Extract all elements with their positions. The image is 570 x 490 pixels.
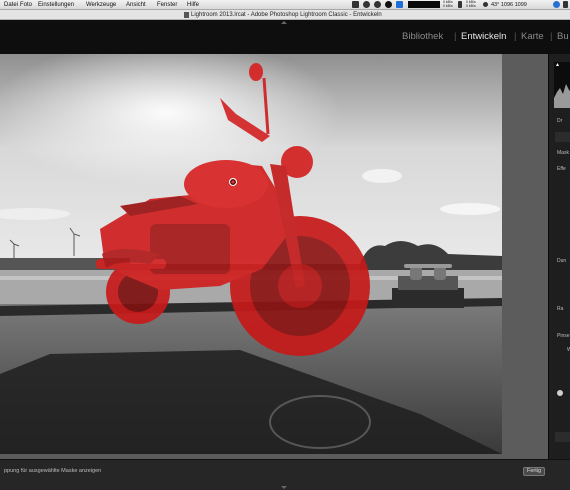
document-icon (184, 12, 189, 18)
skype-icon[interactable] (553, 1, 560, 8)
module-picker: Bibliothek | Entwickeln | Karte | Bu (0, 20, 570, 54)
done-button[interactable]: Fertig (523, 467, 545, 476)
clipboard-icon[interactable] (563, 1, 568, 8)
panel-label-rauschen: Ra (557, 306, 564, 312)
tool-strip[interactable] (555, 132, 570, 142)
user-badge[interactable] (408, 1, 440, 8)
histogram[interactable] (554, 62, 570, 108)
image-viewer[interactable] (0, 54, 548, 459)
module-separator: | (454, 31, 457, 42)
weather-readout: 43° 1096 1099 (491, 1, 527, 8)
fuel-tank (184, 160, 268, 208)
cloud (440, 203, 500, 215)
window-title: Lightroom 2013.lrcat - Adobe Photoshop L… (191, 12, 382, 18)
sync-icon[interactable] (363, 1, 370, 8)
menu-ansicht[interactable]: Ansicht (126, 2, 146, 8)
menu-bar: Datei Foto Einstellungen Werkzeuge Ansic… (0, 0, 570, 10)
menu-werkzeuge[interactable]: Werkzeuge (86, 2, 116, 8)
battery-icon[interactable] (458, 1, 462, 8)
network-stat-2: 0 kB/s 0 kB/s (466, 0, 476, 8)
screen-record-icon[interactable] (352, 1, 359, 8)
module-separator: | (550, 31, 553, 42)
panel-label-mask: Mask (557, 150, 569, 156)
top-panel-toggle-icon[interactable] (281, 21, 287, 24)
vpn-icon[interactable] (374, 1, 381, 8)
menu-datei[interactable]: Datei (4, 2, 18, 8)
weather-icon (483, 2, 488, 7)
menu-hilfe[interactable]: Hilfe (187, 2, 199, 8)
module-entwickeln[interactable]: Entwickeln (461, 31, 506, 42)
mirror (249, 63, 263, 81)
menu-fenster[interactable]: Fenster (157, 2, 177, 8)
develop-right-panel: Dr Mask Effe Dun Ra Pinse W (548, 54, 570, 459)
window-title-bar: Lightroom 2013.lrcat - Adobe Photoshop L… (0, 10, 570, 20)
panel-label-dunst: Dun (557, 258, 567, 264)
panel-label-effect: Effe (557, 166, 566, 172)
show-mask-overlay-label[interactable]: ppung für ausgewählte Maske anzeigen (4, 468, 101, 474)
network-stat-1: 0 kB/s 0 kB/s (443, 0, 453, 8)
module-bibliothek[interactable]: Bibliothek (402, 31, 443, 42)
eyedropper-icon[interactable] (557, 390, 563, 396)
bottom-panel-toggle-icon[interactable] (281, 486, 287, 489)
app-icon[interactable] (385, 1, 392, 8)
bottom-toolbar: ppung für ausgewählte Maske anzeigen Fer… (0, 459, 570, 490)
dropbox-icon[interactable] (396, 1, 403, 8)
menu-einstellungen[interactable]: Einstellungen (38, 2, 74, 8)
photo-canvas[interactable] (0, 54, 502, 454)
cloud (362, 169, 402, 183)
panel-label-dr: Dr (557, 118, 563, 124)
panel-label-pinsel: Pinse (557, 333, 570, 339)
panel-footer (555, 432, 570, 442)
module-buch[interactable]: Bu (557, 31, 569, 42)
menu-foto[interactable]: Foto (20, 2, 32, 8)
module-separator: | (514, 31, 517, 42)
module-karte[interactable]: Karte (521, 31, 544, 42)
